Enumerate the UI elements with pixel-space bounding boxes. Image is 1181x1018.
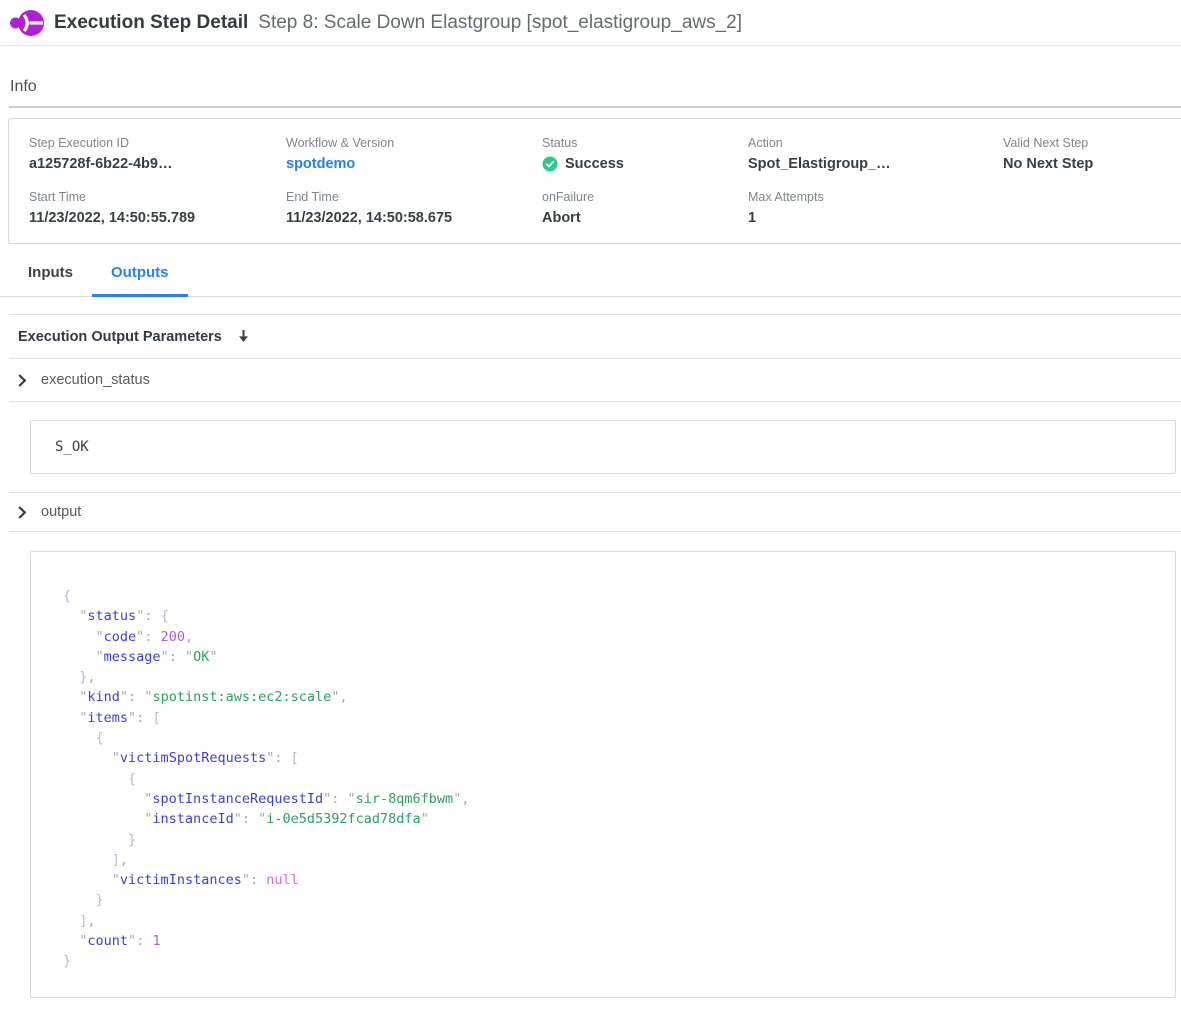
json-line: "message": "OK" [63, 647, 1155, 667]
info-field: Start Time 11/23/2022, 14:50:55.789 [29, 190, 286, 226]
info-field: onFailure Abort [542, 190, 748, 226]
success-check-icon [542, 156, 558, 172]
field-value: Success [542, 156, 748, 172]
field-value-text: No Next Step [1003, 156, 1093, 172]
section-name: output [41, 504, 81, 520]
info-field: Max Attempts 1 [748, 190, 1003, 226]
download-outputs-icon[interactable] [236, 328, 251, 345]
field-label: Valid Next Step [1003, 136, 1181, 151]
field-label: Start Time [29, 190, 286, 205]
app-header: Execution Step Detail Step 8: Scale Down… [0, 0, 1181, 46]
output-json-box: { "status": { "code": 200, "message": "O… [30, 551, 1176, 998]
field-label: Step Execution ID [29, 136, 286, 151]
field-value: a125728f-6b22-4b9… [29, 156, 286, 172]
tab-inputs[interactable]: Inputs [9, 264, 92, 296]
json-line: "kind": "spotinst:aws:ec2:scale", [63, 687, 1155, 707]
field-label [1003, 190, 1181, 205]
field-label: Status [542, 136, 748, 151]
field-label: Workflow & Version [286, 136, 542, 151]
json-line: } [63, 830, 1155, 850]
json-line: "victimInstances": null [63, 870, 1155, 890]
json-line: { [63, 586, 1155, 606]
field-value: 11/23/2022, 14:50:55.789 [29, 210, 286, 226]
field-label: Max Attempts [748, 190, 1003, 205]
json-line: "instanceId": "i-0e5d5392fcad78dfa" [63, 809, 1155, 829]
info-field [1003, 190, 1181, 226]
field-value[interactable]: spotdemo [286, 156, 542, 172]
field-value: 11/23/2022, 14:50:58.675 [286, 210, 542, 226]
tabs-bar: InputsOutputs [0, 264, 1181, 297]
page-title: Execution Step Detail [54, 12, 248, 34]
json-line: ], [63, 911, 1155, 931]
spot-logo-icon [10, 9, 44, 37]
chevron-right-icon [16, 506, 29, 519]
json-line: } [63, 890, 1155, 910]
chevron-right-icon [16, 374, 29, 387]
json-line: { [63, 769, 1155, 789]
section-row-output[interactable]: output [0, 493, 1181, 531]
json-line: "victimSpotRequests": [ [63, 748, 1155, 768]
info-field: End Time 11/23/2022, 14:50:58.675 [286, 190, 542, 226]
field-value: No Next Step [1003, 156, 1181, 172]
info-fields: Step Execution ID a125728f-6b22-4b9… Workf… [29, 136, 1181, 226]
field-value-text: 1 [748, 210, 756, 226]
outputs-heading-row: Execution Output Parameters [0, 315, 1181, 358]
field-value-text: a125728f-6b22-4b9… [29, 156, 172, 172]
json-line: ], [63, 850, 1155, 870]
json-code: { "status": { "code": 200, "message": "O… [63, 586, 1155, 972]
divider [9, 531, 1181, 532]
json-line: "spotInstanceRequestId": "sir-8qm6fbwm", [63, 789, 1155, 809]
field-value-text: Spot_Elastigroup_… [748, 156, 891, 172]
json-line: "status": { [63, 606, 1155, 626]
outputs-heading: Execution Output Parameters [18, 329, 222, 345]
field-value-text: 11/23/2022, 14:50:58.675 [286, 210, 452, 226]
section-name: execution_status [41, 372, 150, 388]
page-subtitle: Step 8: Scale Down Elastgroup [spot_elas… [258, 12, 742, 34]
info-field: Step Execution ID a125728f-6b22-4b9… [29, 136, 286, 172]
info-field: Action Spot_Elastigroup_… [748, 136, 1003, 172]
divider [9, 401, 1181, 402]
json-line: { [63, 728, 1155, 748]
json-line: }, [63, 667, 1155, 687]
info-section-label: Info [10, 78, 1181, 96]
execution-status-value-box: S_OK [30, 420, 1176, 474]
field-value-text: 11/23/2022, 14:50:55.789 [29, 210, 195, 226]
json-line: "count": 1 [63, 931, 1155, 951]
info-field: Status Success [542, 136, 748, 172]
field-value-text: spotdemo [286, 156, 355, 172]
field-value-text: Success [565, 156, 624, 172]
field-value: Spot_Elastigroup_… [748, 156, 1003, 172]
json-line: } [63, 951, 1155, 971]
field-label: Action [748, 136, 1003, 151]
json-line: "items": [ [63, 708, 1155, 728]
info-field: Workflow & Version spotdemo [286, 136, 542, 172]
json-line: "code": 200, [63, 627, 1155, 647]
field-label: End Time [286, 190, 542, 205]
field-value-text: Abort [542, 210, 581, 226]
execution-status-value: S_OK [55, 439, 89, 455]
field-value: 1 [748, 210, 1003, 226]
field-label: onFailure [542, 190, 748, 205]
field-value: Abort [542, 210, 748, 226]
tab-outputs[interactable]: Outputs [92, 264, 188, 296]
info-card: Step Execution ID a125728f-6b22-4b9… Workf… [8, 118, 1181, 244]
section-row-execution-status[interactable]: execution_status [0, 359, 1181, 401]
info-field: Valid Next Step No Next Step [1003, 136, 1181, 172]
divider [9, 106, 1181, 108]
